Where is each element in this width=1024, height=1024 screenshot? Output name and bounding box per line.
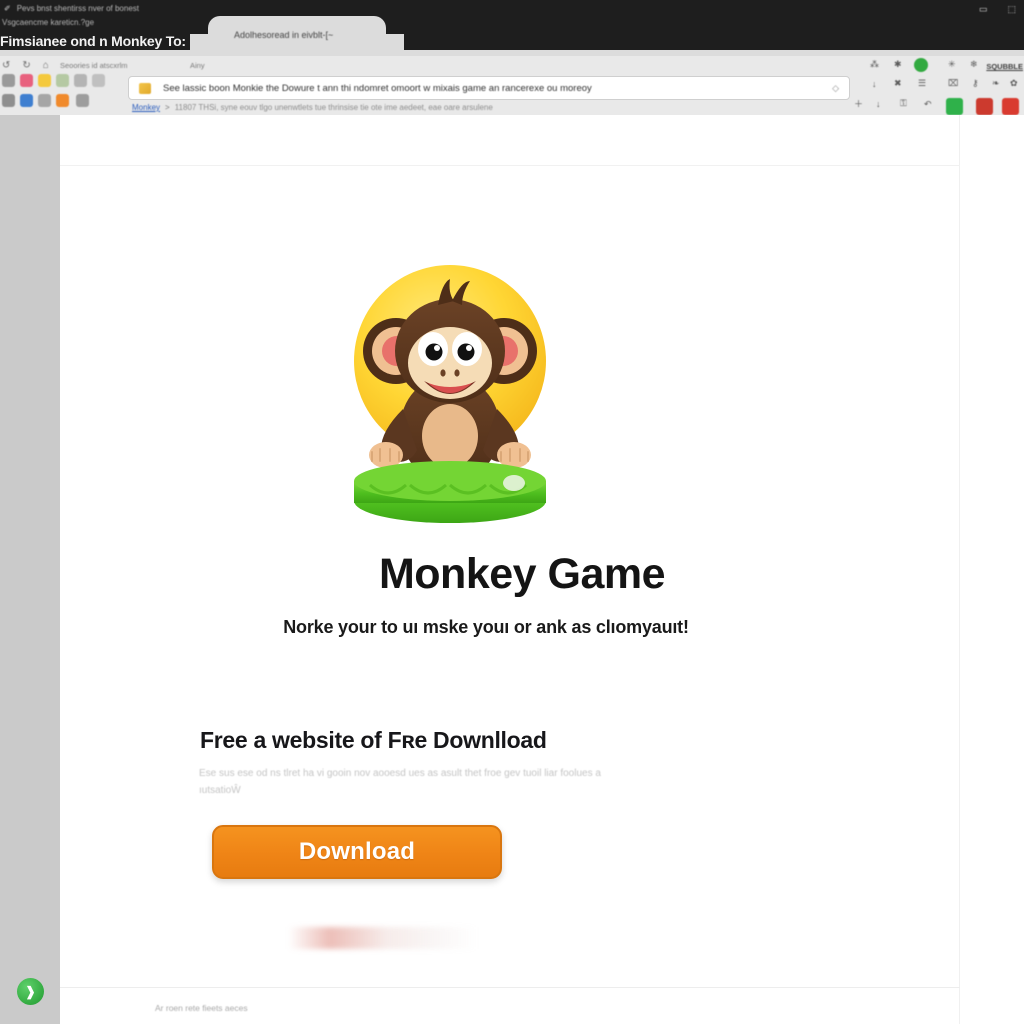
bookmark-icon-yellow[interactable] [38, 74, 51, 87]
bookmark-icon-blue[interactable] [20, 94, 33, 107]
bookmark-icon-greenish[interactable] [56, 74, 69, 87]
star-icon[interactable]: ✱ [894, 60, 902, 69]
breadcrumb-text: 11807 THSi, syne eouv tlgo unenwtlets tu… [174, 103, 493, 112]
assistant-fab[interactable]: ❱ [17, 978, 44, 1005]
download-button[interactable]: Download [212, 825, 502, 879]
snowflake-icon[interactable]: ❄ [970, 60, 978, 69]
render-artifact [288, 927, 478, 949]
site-favicon-icon [139, 82, 151, 94]
red-green-badge[interactable] [976, 98, 993, 115]
back-icon[interactable]: ↺ [2, 60, 10, 71]
download-button-label: Download [298, 838, 416, 865]
pencil-icon: ✐ [4, 3, 11, 13]
extension-label: SQUBBLE [986, 62, 1023, 71]
folder-icon[interactable]: ⌧ [948, 79, 958, 88]
bookmark-icon-panel[interactable] [76, 94, 89, 107]
bookmark-icon-pink[interactable] [20, 74, 33, 87]
home-icon[interactable]: ⌂ [43, 60, 49, 71]
toolbar-label-primary: Seoories id atscxrlm [60, 61, 128, 70]
menu-strip-text: Pevs bnst shentirss nver of bonest [16, 3, 139, 13]
monkey-hero-image [300, 233, 600, 533]
maximize-icon[interactable]: ⬚ [1007, 4, 1016, 15]
address-bar[interactable]: See lassic boon Monkie the Dowure t ann … [128, 76, 850, 100]
browser-chrome: ✐ Pevs bnst shentirss nver of bonest Vsg… [0, 0, 1024, 115]
bookmark-icon-grey-page[interactable] [74, 74, 87, 87]
page-divider [60, 165, 960, 166]
footer-divider [60, 987, 960, 988]
restore-icon[interactable]: ▭ [979, 4, 988, 15]
flower-icon[interactable]: ✿ [1010, 79, 1018, 88]
extension-toolbar[interactable]: SQUBBLE ⁂ ✱ ✳ ❄ ↓ ✖ ☰ ⌧ ⚷ ❧ ✿ ＋ ↓ ⚿ ↶ [852, 58, 1024, 115]
breadcrumb[interactable]: Monkey > 11807 THSi, syne eouv tlgo unen… [132, 103, 493, 112]
bookmark-icon-circle[interactable] [38, 94, 51, 107]
leaf-icon[interactable]: ❧ [992, 79, 1000, 88]
bookmark-icon-grey-small[interactable] [92, 74, 105, 87]
bookmark-icon-home[interactable] [2, 94, 15, 107]
bookmark-star-icon[interactable]: ◇ [832, 83, 839, 94]
address-bar-input[interactable]: See lassic boon Monkie the Dowure t ann … [163, 83, 832, 94]
menu-strip-secondary: Vsgcaencme kareticn.?ge [2, 18, 95, 27]
breadcrumb-link[interactable]: Monkey [132, 103, 160, 112]
green-extension-badge[interactable] [946, 98, 963, 115]
section-body-text: Ese sus ese od ns tlret ha vi gooin nov … [199, 768, 601, 796]
footer-text: Ar roen rete fieets aeces [155, 1003, 248, 1013]
page-viewport: Monkey Game Norke your to uı mske youı o… [60, 115, 1024, 1024]
asterisk-icon[interactable]: ✳ [948, 60, 956, 69]
reload-icon[interactable]: ↻ [22, 60, 30, 71]
green-status-dot-icon[interactable] [914, 58, 928, 72]
toolbar-label-secondary: Ainy [190, 61, 205, 70]
breadcrumb-separator: > [165, 103, 170, 112]
page-title: Monkey Game [378, 550, 666, 598]
left-rail: ❱ [0, 115, 60, 1024]
page-content: Monkey Game Norke your to uı mske youı o… [60, 115, 960, 1024]
bookmark-icon-orange[interactable] [56, 94, 69, 107]
window-controls[interactable]: ▭ ⬚ [979, 0, 1016, 18]
browser-window: ✐ Pevs bnst shentirss nver of bonest Vsg… [0, 0, 1024, 1024]
close-icon[interactable]: ✖ [894, 79, 902, 88]
browser-tab-label: Adolhesoread in eivblt-[~ [234, 30, 334, 40]
arrow-down-icon[interactable]: ↓ [876, 100, 881, 109]
key-icon[interactable]: ⚷ [972, 79, 979, 88]
menu-strip: ✐ Pevs bnst shentirss nver of bonest [4, 1, 139, 15]
section-heading: Free a website of Fʀe Downlload [200, 727, 547, 753]
nav-buttons[interactable]: ↺ ↻ ⌂ [2, 60, 49, 71]
note-icon[interactable]: ☰ [918, 79, 926, 88]
puzzle-icon[interactable]: ⁂ [870, 60, 879, 69]
chevron-right-icon: ❱ [25, 983, 36, 999]
bookmark-icon-grey-flag[interactable] [2, 74, 15, 87]
lock-icon[interactable]: ⚿ [900, 99, 907, 108]
bookmarks-bar[interactable] [0, 74, 126, 114]
undo-icon[interactable]: ↶ [924, 100, 932, 109]
plus-icon[interactable]: ＋ [854, 100, 863, 109]
download-icon[interactable]: ↓ [872, 80, 877, 89]
red-extension-badge[interactable] [1002, 98, 1019, 115]
page-subtitle: Norke your to uı mske youı or ank as clı… [283, 617, 689, 637]
